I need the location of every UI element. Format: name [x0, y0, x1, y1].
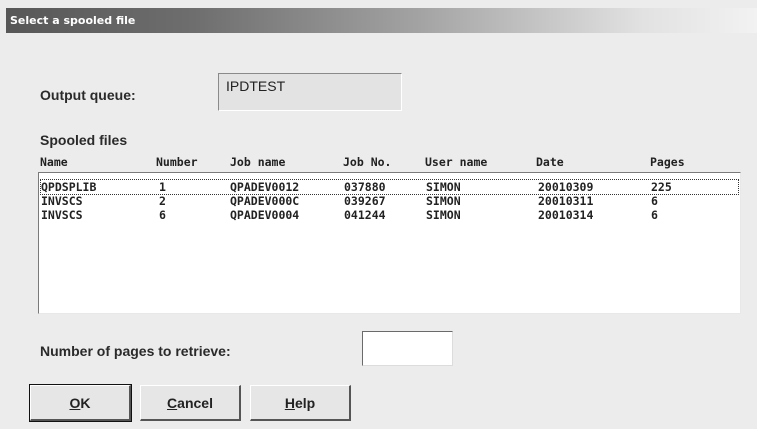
cancel-button[interactable]: Cancel: [140, 385, 241, 421]
cell-job-no: 039267: [344, 194, 386, 208]
select-spooled-file-dialog: Select a spooled file Output queue: IPDT…: [0, 0, 757, 429]
title-bar[interactable]: Select a spooled file: [6, 8, 757, 33]
cell-date: 20010311: [538, 194, 594, 208]
cell-pages: 6: [651, 208, 658, 222]
cell-number: 1: [159, 180, 166, 194]
output-queue-label: Output queue:: [40, 87, 136, 103]
ok-mnemonic: O: [69, 394, 81, 411]
spooled-files-label: Spooled files: [40, 132, 128, 148]
help-mnemonic: H: [284, 394, 295, 411]
cancel-mnemonic: C: [167, 394, 178, 411]
spooled-file-row[interactable]: QPDSPLIB 1 QPADEV0012 037880 SIMON 20010…: [40, 179, 739, 195]
cell-job-name: QPADEV0004: [230, 208, 300, 222]
column-header-user-name[interactable]: User name: [425, 155, 487, 169]
cell-pages: 225: [651, 180, 672, 194]
column-header-job-no[interactable]: Job No.: [343, 155, 391, 169]
column-header-date[interactable]: Date: [536, 155, 564, 169]
column-header-number[interactable]: Number: [156, 155, 198, 169]
pages-to-retrieve-input[interactable]: [362, 331, 453, 366]
help-button[interactable]: Help: [250, 385, 351, 421]
spooled-file-row[interactable]: INVSCS 2 QPADEV000C 039267 SIMON 2001031…: [41, 194, 738, 208]
ok-label-rest: K: [80, 394, 91, 411]
window-title: Select a spooled file: [10, 14, 136, 27]
cell-job-no: 037880: [344, 180, 386, 194]
help-label-rest: elp: [294, 394, 316, 411]
spooled-file-row[interactable]: INVSCS 6 QPADEV0004 041244 SIMON 2001031…: [41, 208, 738, 222]
cell-date: 20010314: [538, 208, 594, 222]
cell-pages: 6: [651, 194, 658, 208]
spooled-files-list[interactable]: QPDSPLIB 1 QPADEV0012 037880 SIMON 20010…: [38, 172, 741, 314]
cell-name: INVSCS: [41, 208, 83, 222]
ok-button[interactable]: OK: [29, 384, 132, 422]
cell-job-name: QPADEV000C: [230, 194, 300, 208]
cancel-label-rest: ancel: [177, 394, 213, 411]
pages-to-retrieve-label: Number of pages to retrieve:: [40, 343, 231, 359]
cell-user-name: SIMON: [426, 208, 461, 222]
cell-number: 2: [159, 194, 166, 208]
column-header-name[interactable]: Name: [40, 155, 68, 169]
cell-name: INVSCS: [41, 194, 83, 208]
cell-job-no: 041244: [344, 208, 386, 222]
cell-job-name: QPADEV0012: [230, 180, 300, 194]
output-queue-value: IPDTEST: [226, 78, 286, 94]
cell-user-name: SIMON: [426, 180, 461, 194]
cell-date: 20010309: [538, 180, 594, 194]
cell-user-name: SIMON: [426, 194, 461, 208]
cell-name: QPDSPLIB: [41, 180, 97, 194]
column-header-job-name[interactable]: Job name: [230, 155, 285, 169]
column-header-pages[interactable]: Pages: [650, 155, 685, 169]
cell-number: 6: [159, 208, 166, 222]
output-queue-field: IPDTEST: [218, 73, 402, 111]
